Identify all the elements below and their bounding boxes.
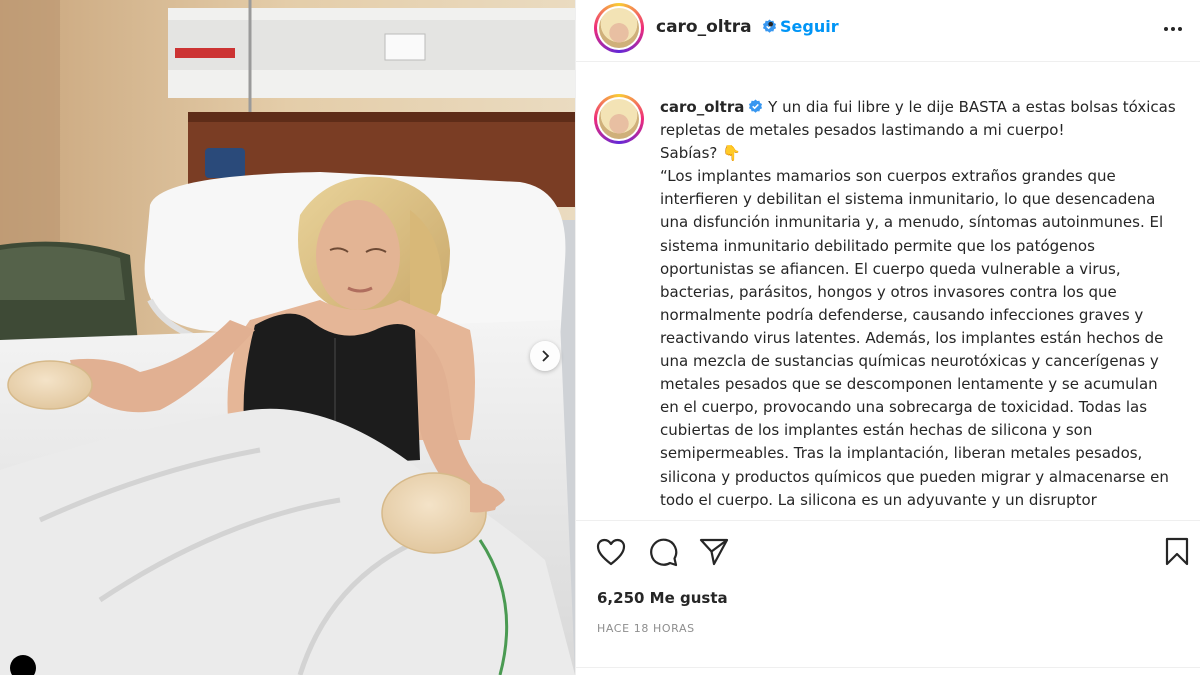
avatar-image xyxy=(599,8,639,48)
header-username[interactable]: caro_oltra xyxy=(656,17,777,37)
carousel-next-button[interactable] xyxy=(530,341,560,371)
post-photo[interactable] xyxy=(0,0,575,675)
caption-avatar-image xyxy=(599,99,639,139)
follow-button[interactable]: Seguir xyxy=(780,17,839,36)
avatar[interactable] xyxy=(594,3,644,53)
post-side-panel: caro_oltra • Seguir caro_oltra Y un dia … xyxy=(575,0,1200,675)
caption-text: caro_oltra Y un dia fui libre y le dije … xyxy=(660,96,1188,512)
caption-line: “Los implantes mamarios son cuerpos extr… xyxy=(660,167,1116,186)
caption-line: todo el cuerpo. La silicona es un adyuva… xyxy=(660,490,1097,509)
post-timestamp[interactable]: HACE 18 HORAS xyxy=(597,622,695,635)
caption-line: reactivando virus latentes. Además, los … xyxy=(660,328,1164,347)
caption-line: oportunistas se afiancen. El cuerpo qued… xyxy=(660,259,1121,278)
header-username-text[interactable]: caro_oltra xyxy=(656,17,752,37)
caption-line: en el cuerpo, provocando una sobrecarga … xyxy=(660,398,1148,417)
caption-username[interactable]: caro_oltra xyxy=(660,98,744,116)
caption-line: normalmente podría defenderse, causando … xyxy=(660,305,1144,324)
caption-line: silicona y productos químicos que pueden… xyxy=(660,467,1169,486)
caption-line: cubiertas de los implantes están hechas … xyxy=(660,421,1093,440)
caption-line: una disfunción inmunitaria y, a menudo, … xyxy=(660,213,1164,232)
more-horizontal-icon[interactable] xyxy=(1162,18,1184,40)
separator-dot: • xyxy=(766,15,776,34)
bookmark-icon[interactable] xyxy=(1164,537,1190,567)
post-header: caro_oltra • Seguir xyxy=(576,0,1200,62)
caption-section: caro_oltra Y un dia fui libre y le dije … xyxy=(576,62,1200,520)
hospital-bed-photo xyxy=(0,0,575,675)
heart-icon[interactable] xyxy=(596,538,626,566)
comment-bar-divider xyxy=(576,667,1200,675)
caption-line: una mezcla de sustancias químicas neurot… xyxy=(660,352,1159,371)
caption-line-text: Y un dia fui libre y le dije BASTA a est… xyxy=(768,98,1176,116)
caption-line: Sabías? 👇 xyxy=(660,144,741,163)
caption-line: interfieren y debilitan el sistema inmun… xyxy=(660,190,1156,209)
caption-line: semipermeables. Tras la implantación, li… xyxy=(660,444,1143,463)
post-actions: 6,250 Me gusta HACE 18 HORAS xyxy=(576,520,1200,675)
caption-line: bacterias, parásitos, hongos y otros inv… xyxy=(660,282,1117,301)
chevron-right-icon xyxy=(542,350,550,362)
caption-line: metales pesados que se descomponen lenta… xyxy=(660,375,1158,394)
like-count[interactable]: 6,250 Me gusta xyxy=(597,589,728,607)
paper-plane-icon[interactable] xyxy=(699,537,729,567)
caption-line: sistema inmunitario debilitado permite q… xyxy=(660,236,1095,255)
caption-avatar[interactable] xyxy=(594,94,644,144)
caption-line: repletas de metales pesados lastimando a… xyxy=(660,121,1065,140)
photo-corner-dot xyxy=(10,655,36,675)
caption-line-1: caro_oltra Y un dia fui libre y le dije … xyxy=(660,96,1188,119)
caption-verified-badge-icon xyxy=(749,99,763,113)
comment-bubble-icon[interactable] xyxy=(648,537,678,567)
